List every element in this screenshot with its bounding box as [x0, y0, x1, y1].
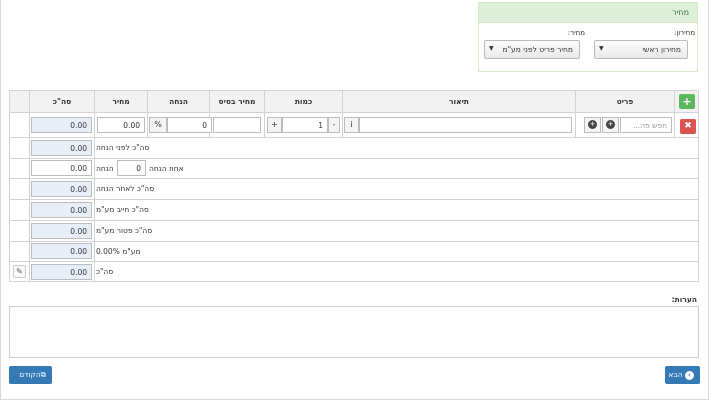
vat-liable-value: 0.00	[31, 202, 92, 218]
next-button[interactable]: › הבא	[665, 366, 700, 384]
notes-label: הערות:	[671, 295, 697, 304]
grand-total-label: סה"כ	[96, 267, 114, 276]
divider	[29, 91, 30, 281]
pricelist-label: מחירון:	[673, 29, 695, 37]
header-quantity: כמות	[264, 91, 342, 113]
header-discount: הנחה	[147, 91, 209, 113]
subtotal-value: 0.00	[31, 140, 92, 156]
divider	[10, 199, 698, 200]
vat-exempt-value: 0.00	[31, 223, 92, 239]
discount-percent-total-input[interactable]: 0	[117, 160, 146, 176]
pricelist-select[interactable]: ▼ מחירון ראשי	[594, 40, 688, 59]
quantity-input[interactable]: 1	[282, 117, 328, 133]
subtotal-label: סה"כ לפני הנחה	[96, 143, 150, 152]
discount-percent-input[interactable]: 0	[167, 117, 212, 133]
quantity-decrement-button[interactable]: -	[328, 117, 340, 133]
divider	[10, 241, 698, 242]
item-add-button[interactable]: +	[602, 117, 619, 133]
price-type-value: מחיר פריט לפני מע"מ	[502, 45, 573, 54]
divider	[147, 91, 148, 137]
discount-percent-label: אחוז הנחה	[149, 164, 184, 173]
header-total: סה"כ	[29, 91, 94, 113]
pricelist-value: מחירון ראשי	[642, 45, 681, 54]
vat-exempt-label: סה"כ פטור מע"מ	[96, 226, 153, 235]
percent-addon: %	[149, 117, 167, 133]
price-type-label: מחיר:	[567, 29, 585, 37]
plus-circle-icon: +	[606, 120, 615, 129]
vat-liable-label: סה"כ חייב מע"מ	[96, 205, 149, 214]
divider	[10, 261, 698, 262]
plus-circle-icon: +	[588, 120, 597, 129]
vat-label: מע"מ 0.00%	[96, 247, 141, 256]
chevron-down-icon: ▼	[489, 45, 494, 52]
notes-textarea[interactable]	[9, 306, 699, 358]
chevron-down-icon: ▼	[599, 45, 604, 52]
discount-amount-input[interactable]: 0.00	[31, 160, 92, 176]
delete-row-button[interactable]: ✖	[680, 119, 696, 134]
divider	[10, 137, 698, 138]
next-button-label: הבא	[668, 370, 683, 379]
base-price-input[interactable]	[213, 117, 261, 133]
header-price: מחיר	[94, 91, 147, 113]
price-input[interactable]: 0.00	[97, 117, 145, 133]
after-discount-value: 0.00	[31, 181, 92, 197]
item-add-new-button[interactable]: +	[584, 117, 601, 133]
divider	[342, 91, 343, 137]
divider	[10, 178, 698, 179]
price-type-select[interactable]: ▼ מחיר פריט לפני מע"מ	[484, 40, 580, 59]
previous-button-label: הקודם	[19, 370, 41, 379]
info-button[interactable]: i	[344, 117, 359, 133]
discount-label: הנחה	[96, 164, 114, 173]
after-discount-label: סה"כ לאחר הנחה	[96, 184, 155, 193]
price-panel-title: מחיר	[479, 3, 697, 23]
grand-total-value: 0.00	[31, 264, 92, 280]
divider	[10, 158, 698, 159]
header-base-price: מחיר בסיס	[209, 91, 264, 113]
price-panel: מחיר	[478, 2, 698, 72]
table-header: פריט תיאור כמות מחיר בסיס הנחה מחיר סה"כ	[10, 91, 698, 113]
arrow-right-circle-icon: ›	[685, 370, 694, 380]
add-row-button[interactable]: +	[679, 94, 695, 109]
divider	[575, 91, 576, 137]
header-description: תיאור	[342, 91, 575, 113]
header-item: פריט	[575, 91, 674, 113]
previous-button[interactable]: ⧉הקודם	[9, 366, 52, 384]
pencil-icon[interactable]: ✎	[13, 265, 26, 278]
divider	[94, 91, 95, 281]
description-input[interactable]	[359, 117, 572, 133]
divider	[264, 91, 265, 137]
divider	[10, 220, 698, 221]
copy-icon: ⧉	[40, 370, 46, 379]
divider	[674, 91, 675, 137]
row-total: 0.00	[31, 117, 92, 133]
item-search-input[interactable]: חפש פה...	[620, 117, 672, 133]
items-table: פריט תיאור כמות מחיר בסיס הנחה מחיר סה"כ…	[9, 90, 699, 282]
vat-value: 0.00	[31, 243, 92, 259]
quantity-increment-button[interactable]: +	[267, 117, 282, 133]
